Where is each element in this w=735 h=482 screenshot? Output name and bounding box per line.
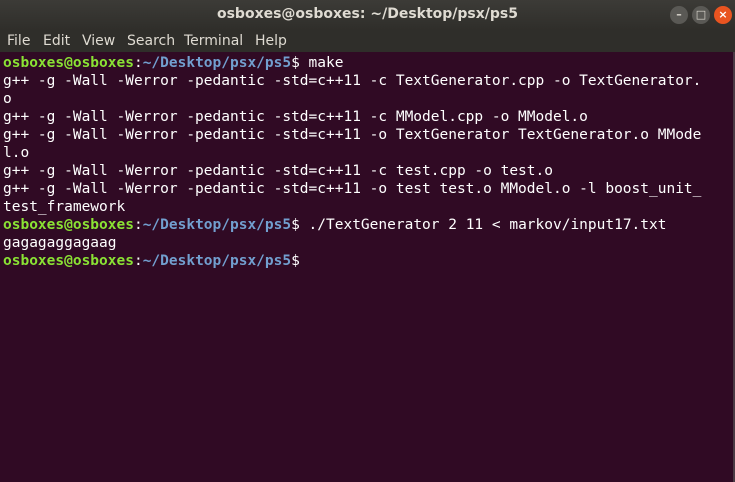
prompt-user: osboxes@osboxes [3,55,134,71]
prompt-separator: : [133,55,143,71]
maximize-icon[interactable]: □ [692,6,710,24]
terminal-line: g++ -g -Wall -Werror -pedantic -std=c++1… [3,181,702,197]
terminal-line: o [3,91,12,107]
terminal-line: osboxes@osboxes:~/Desktop/psx/ps5$ make [3,54,343,72]
menu-edit[interactable]: Edit [43,33,70,49]
prompt-path: ~/Desktop/psx/ps5 [142,253,292,269]
menu-view[interactable]: View [82,33,115,49]
title-bar[interactable]: osboxes@osboxes: ~/Desktop/psx/ps5 – □ × [0,0,735,30]
prompt-user: osboxes@osboxes [3,217,134,233]
terminal-line: osboxes@osboxes:~/Desktop/psx/ps5$ [3,252,309,270]
close-icon[interactable]: × [714,6,732,24]
terminal-line: l.o [3,145,30,161]
terminal-line: g++ -g -Wall -Werror -pedantic -std=c++1… [3,109,588,125]
minimize-icon[interactable]: – [670,6,688,24]
prompt-user: osboxes@osboxes [3,253,134,269]
terminal-window: osboxes@osboxes: ~/Desktop/psx/ps5 – □ ×… [0,0,735,482]
terminal-line: g++ -g -Wall -Werror -pedantic -std=c++1… [3,127,702,143]
terminal-line: g++ -g -Wall -Werror -pedantic -std=c++1… [3,163,553,179]
command-text: make [299,55,344,71]
terminal-line: g++ -g -Wall -Werror -pedantic -std=c++1… [3,73,702,89]
terminal-line: test_framework [3,199,126,215]
command-text: ./TextGenerator 2 11 < markov/input17.tx… [299,217,667,233]
menu-file[interactable]: File [7,33,30,49]
terminal-output[interactable]: osboxes@osboxes:~/Desktop/psx/ps5$ make … [0,52,733,482]
prompt-separator: : [133,253,143,269]
terminal-line: osboxes@osboxes:~/Desktop/psx/ps5$ ./Tex… [3,216,666,234]
menu-search[interactable]: Search [127,33,175,49]
menu-bar: File Edit View Search Terminal Help [0,30,735,52]
prompt-symbol: $ [291,217,300,233]
prompt-symbol: $ [291,55,300,71]
text-cursor [300,252,309,268]
prompt-path: ~/Desktop/psx/ps5 [142,217,292,233]
terminal-line: gagagaggagaag [3,235,117,251]
prompt-separator: : [133,217,143,233]
menu-terminal[interactable]: Terminal [184,33,243,49]
prompt-path: ~/Desktop/psx/ps5 [142,55,292,71]
prompt-symbol: $ [291,253,300,269]
window-title: osboxes@osboxes: ~/Desktop/psx/ps5 [216,6,518,22]
menu-help[interactable]: Help [255,33,287,49]
